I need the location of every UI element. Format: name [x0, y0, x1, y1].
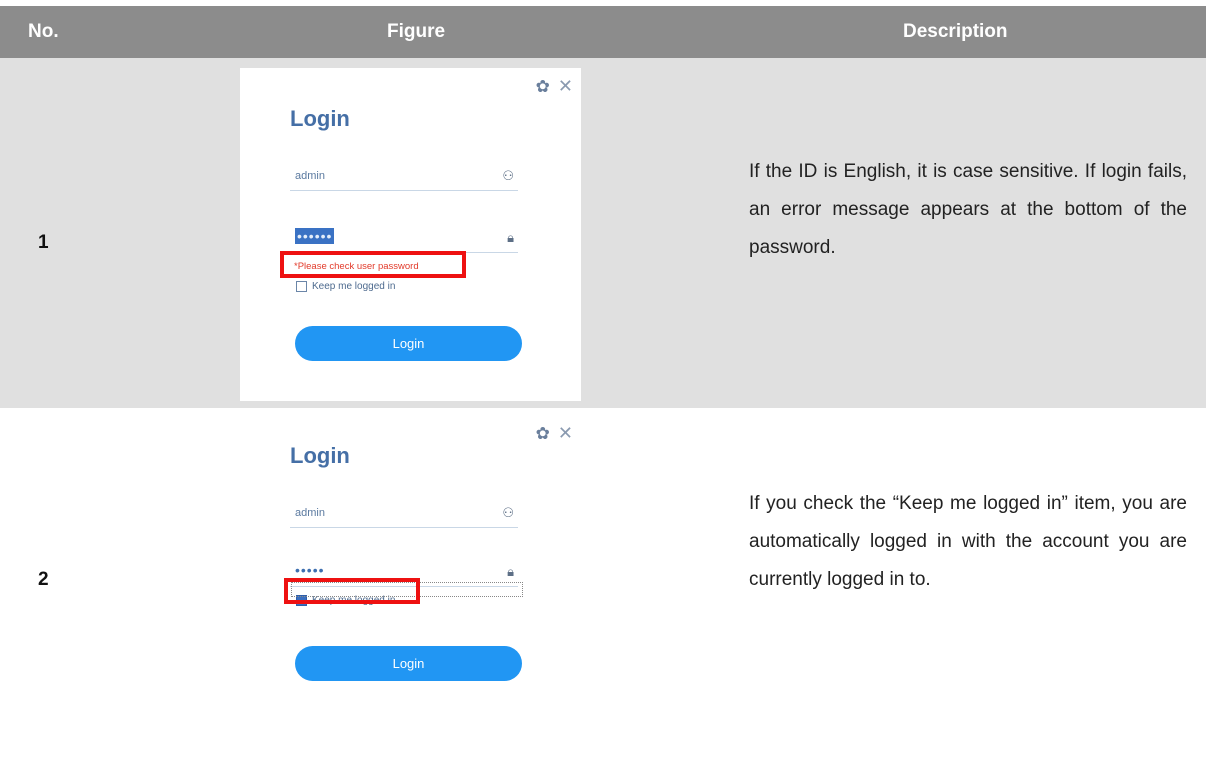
keep-label: Keep me logged in: [312, 281, 396, 293]
row-number: 2: [38, 569, 49, 590]
keep-checkbox[interactable]: [296, 281, 307, 292]
lock-icon: 🔒︎: [507, 564, 514, 579]
gear-icon[interactable]: ✿: [536, 77, 550, 96]
password-field[interactable]: •••••• 🔒︎: [290, 228, 518, 253]
login-title: Login: [290, 106, 350, 131]
row-description: If you check the “Keep me logged in” ite…: [749, 493, 1187, 590]
gear-icon[interactable]: ✿: [536, 424, 550, 443]
window-tools: ✿ ✕: [536, 76, 573, 97]
password-mask: •••••: [295, 562, 325, 578]
header-figure: Figure: [387, 21, 446, 42]
lock-icon: 🔒︎: [507, 230, 514, 245]
login-figure: ✿ ✕ Login admin ⚇ ••••• 🔒︎ Keep me logged…: [240, 423, 581, 713]
keep-logged-in[interactable]: Keep me logged in: [296, 281, 395, 292]
table-row: 1 ✿ ✕ Login admin ⚇ •••••• 🔒︎ *Please che…: [0, 58, 1206, 408]
close-icon[interactable]: ✕: [558, 423, 573, 443]
row-number: 1: [38, 232, 49, 253]
id-value: admin: [295, 170, 325, 182]
id-field[interactable]: admin ⚇: [290, 505, 518, 528]
user-icon: ⚇: [502, 168, 514, 183]
row-description: If the ID is English, it is case sensiti…: [749, 161, 1187, 258]
table-header: No. Figure Description: [0, 6, 1206, 58]
id-value: admin: [295, 507, 325, 519]
header-no: No.: [28, 21, 59, 42]
password-mask: ••••••: [295, 228, 335, 244]
login-button[interactable]: Login: [295, 646, 522, 681]
highlight-box: [284, 578, 420, 604]
login-figure: ✿ ✕ Login admin ⚇ •••••• 🔒︎ *Please check…: [240, 68, 581, 401]
header-description: Description: [903, 21, 1008, 42]
login-button[interactable]: Login: [295, 326, 522, 361]
window-tools: ✿ ✕: [536, 423, 573, 444]
login-title: Login: [290, 443, 350, 468]
table-row: 2 ✿ ✕ Login admin ⚇ ••••• 🔒︎ Keep me logg…: [0, 408, 1206, 773]
id-field[interactable]: admin ⚇: [290, 168, 518, 191]
highlight-box: [280, 251, 466, 278]
user-icon: ⚇: [502, 505, 514, 520]
close-icon[interactable]: ✕: [558, 76, 573, 96]
